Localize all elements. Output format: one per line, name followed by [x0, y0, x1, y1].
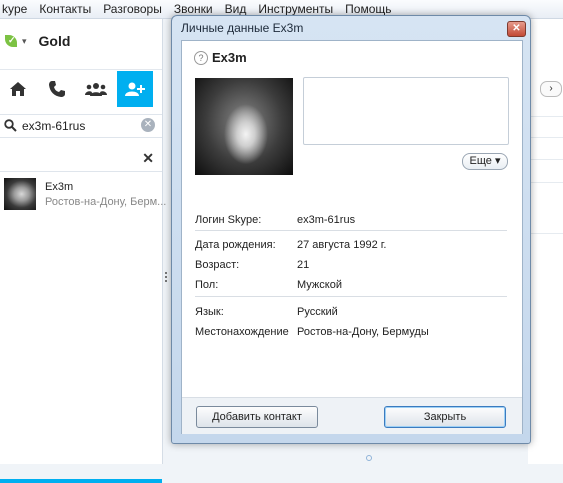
- menu-help[interactable]: Помощь: [339, 2, 397, 16]
- phone-icon: [49, 81, 65, 97]
- create-group-button[interactable]: [78, 71, 114, 107]
- profile-name: Ex3m: [212, 50, 247, 65]
- home-icon: [10, 82, 26, 96]
- more-button[interactable]: Еще ▾: [462, 153, 508, 170]
- call-phone-button[interactable]: [39, 71, 75, 107]
- close-icon[interactable]: ✕: [507, 21, 526, 37]
- contact-search[interactable]: ex3m-61rus ✕: [0, 114, 162, 138]
- field-value: 21: [297, 259, 310, 271]
- dialog-content: ? Ex3m Еще ▾ Логин Skype: ex3m-61rus Дат…: [181, 40, 523, 434]
- field-value: Русский: [297, 306, 338, 318]
- divider: [528, 137, 563, 138]
- divider: [0, 69, 162, 70]
- field-value: ex3m-61rus: [297, 214, 356, 226]
- contact-list-item[interactable]: Ex3m Ростов-на-Дону, Берм...: [0, 172, 166, 216]
- clear-search-icon[interactable]: ✕: [141, 118, 155, 132]
- close-dialog-button[interactable]: Закрыть: [384, 406, 506, 428]
- profile-avatar: [195, 78, 293, 175]
- divider: [528, 159, 563, 160]
- menu-view[interactable]: Вид: [219, 2, 253, 16]
- skype-status-online-icon[interactable]: ✓: [4, 33, 20, 49]
- unknown-status-icon: ?: [194, 51, 208, 65]
- add-contact-button[interactable]: [117, 71, 153, 107]
- dialog-button-bar: Добавить контакт Закрыть: [182, 397, 522, 434]
- field-value: Мужской: [297, 279, 342, 291]
- chevron-down-icon[interactable]: ▾: [22, 36, 27, 47]
- divider: [528, 116, 563, 117]
- contact-location: Ростов-на-Дону, Берм...: [45, 196, 167, 208]
- field-label: Логин Skype:: [195, 214, 262, 226]
- avatar: [4, 178, 36, 210]
- accent-bar: [0, 479, 162, 483]
- menu-tools[interactable]: Инструменты: [252, 2, 339, 16]
- user-display-name: Gold: [38, 33, 71, 49]
- menu-conversations[interactable]: Разговоры: [97, 2, 168, 16]
- mood-message-box: [303, 77, 509, 145]
- field-label: Дата рождения:: [195, 239, 276, 251]
- field-label: Пол:: [195, 279, 219, 291]
- menu-calls[interactable]: Звонки: [168, 2, 219, 16]
- add-contact-icon: [125, 82, 145, 96]
- profile-dialog: Личные данные Ex3m ✕ ? Ex3m Еще ▾ Логин …: [171, 15, 531, 444]
- results-header: ✕: [0, 147, 162, 172]
- add-contact-dialog-button[interactable]: Добавить контакт: [196, 406, 318, 428]
- panel-splitter-handle[interactable]: [163, 270, 168, 290]
- divider: [195, 230, 507, 231]
- nav-toolbar: [0, 71, 162, 107]
- field-label: Возраст:: [195, 259, 240, 271]
- field-value: Ростов-на-Дону, Бермуды: [297, 326, 429, 338]
- status-selector[interactable]: ✓ ▾ Gold: [0, 19, 162, 63]
- field-label: Местонахождение: [195, 326, 289, 338]
- left-panel: ✓ ▾ Gold ex3m-61rus ✕ ✕ Ex3m Ростов-на-Д…: [0, 19, 166, 483]
- group-icon: [85, 83, 107, 96]
- main-area: ›: [528, 19, 563, 464]
- menu-contacts[interactable]: Контакты: [33, 2, 97, 16]
- search-input[interactable]: ex3m-61rus: [22, 119, 85, 133]
- divider: [528, 182, 563, 183]
- contact-name: Ex3m: [45, 181, 74, 193]
- home-button[interactable]: [0, 71, 36, 107]
- field-label: Язык:: [195, 306, 224, 318]
- resize-grip: [366, 455, 372, 461]
- menu-skype[interactable]: kype: [0, 2, 33, 16]
- divider: [195, 296, 507, 297]
- dialog-title: Личные данные Ex3m: [181, 21, 304, 35]
- close-results-icon[interactable]: ✕: [142, 150, 154, 167]
- field-value: 27 августа 1992 г.: [297, 239, 387, 251]
- chevron-right-icon[interactable]: ›: [540, 81, 562, 97]
- search-icon: [4, 119, 17, 132]
- divider: [528, 233, 563, 234]
